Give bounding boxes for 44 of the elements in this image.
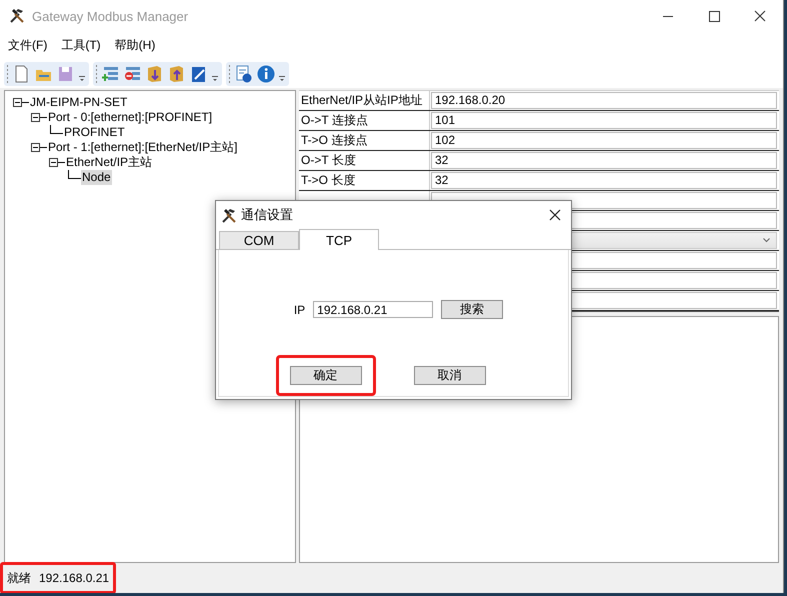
value-field[interactable]: 192.168.0.20	[431, 92, 777, 109]
ip-field[interactable]: 192.168.0.21	[313, 301, 434, 318]
info-icon[interactable]	[256, 64, 276, 84]
tab[interactable]: COM	[219, 231, 299, 249]
search-button[interactable]: 搜索	[441, 300, 504, 319]
collapse-icon[interactable]	[31, 142, 47, 153]
tree-item[interactable]: EtherNet/IP主站	[65, 155, 154, 170]
grip-icon[interactable]	[6, 63, 10, 85]
tree-item[interactable]: JM-EIPM-PN-SET	[29, 95, 128, 110]
status-text: 就绪	[7, 570, 31, 586]
menu-item[interactable]: 帮助(H)	[114, 36, 156, 60]
tools-icon	[8, 7, 26, 25]
property-label: T->O 连接点	[299, 131, 430, 150]
collapse-icon[interactable]	[31, 112, 47, 123]
help-document-icon[interactable]	[234, 64, 254, 84]
cancel-button[interactable]: 取消	[414, 366, 486, 385]
property-label: EtherNet/IP从站IP地址	[299, 91, 430, 110]
value-field[interactable]: 32	[431, 172, 777, 189]
ip-label: IP	[294, 302, 306, 316]
menu-item[interactable]: 工具(T)	[61, 36, 101, 60]
tree-item[interactable]: Node	[81, 170, 112, 185]
grip-icon[interactable]	[95, 63, 99, 85]
value-field[interactable]: 102	[431, 132, 777, 149]
window-title: Gateway Modbus Manager	[32, 8, 190, 24]
dialog-title: 通信设置	[241, 206, 294, 224]
grip-icon[interactable]	[228, 63, 232, 85]
add-row-icon[interactable]	[101, 64, 121, 84]
value-field[interactable]: 32	[431, 152, 777, 169]
collapse-icon[interactable]	[13, 97, 29, 108]
chevron-down-icon	[763, 238, 770, 243]
status-address: 192.168.0.21	[39, 571, 110, 585]
tools-icon	[220, 207, 236, 223]
menu-item[interactable]: 文件(F)	[8, 36, 48, 60]
ok-button[interactable]: 确定	[290, 366, 362, 385]
tree-item[interactable]: Port - 1:[ethernet]:[EtherNet/IP主站]	[47, 140, 238, 155]
property-label: O->T 连接点	[299, 111, 430, 130]
tab[interactable]: TCP	[299, 229, 379, 250]
collapse-icon[interactable]	[49, 157, 65, 168]
close-icon[interactable]	[549, 209, 561, 221]
tree-item[interactable]: Port - 0:[ethernet]:[PROFINET]	[47, 110, 214, 125]
property-label: O->T 长度	[299, 151, 430, 170]
property-label: T->O 长度	[299, 171, 430, 190]
value-field[interactable]: 101	[431, 112, 777, 129]
tree-item[interactable]: PROFINET	[63, 125, 126, 140]
